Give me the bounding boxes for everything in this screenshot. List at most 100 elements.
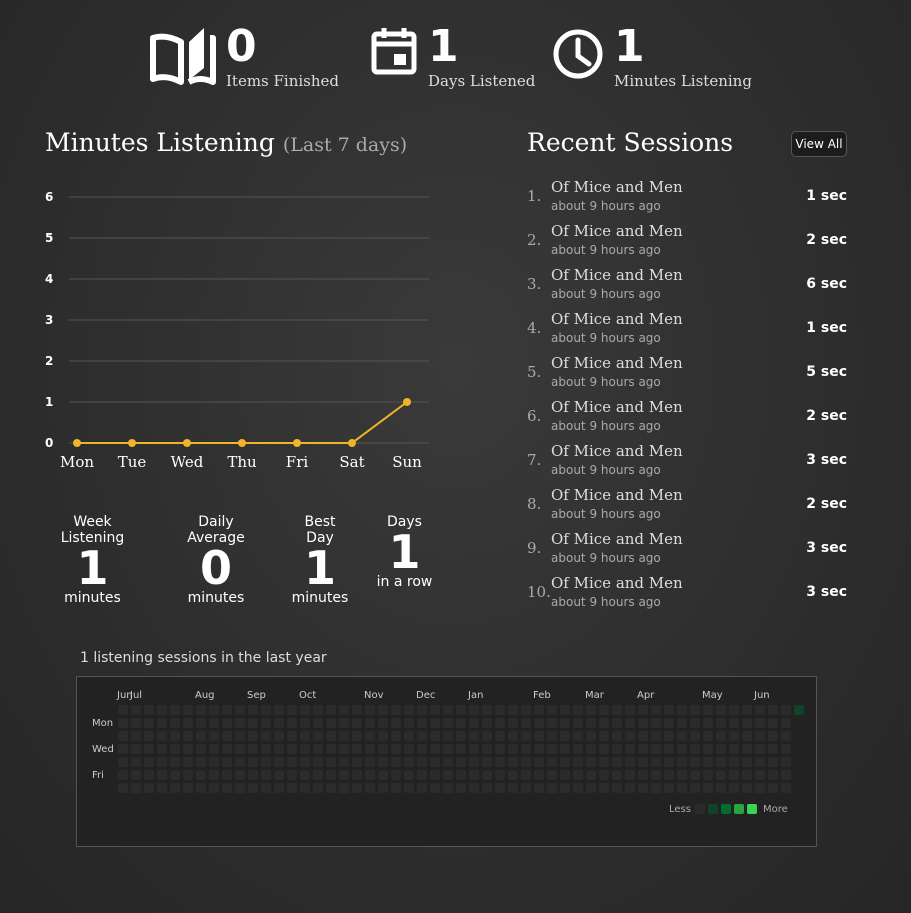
day-cell[interactable] [261,744,271,754]
day-cell[interactable] [326,718,336,728]
day-cell[interactable] [274,718,284,728]
day-cell[interactable] [586,783,596,793]
day-cell[interactable] [521,783,531,793]
day-cell[interactable] [300,744,310,754]
day-cell[interactable] [300,718,310,728]
day-cell[interactable] [534,770,544,780]
day-cell[interactable] [716,744,726,754]
day-cell[interactable] [781,783,791,793]
day-cell[interactable] [482,757,492,767]
day-cell[interactable] [222,718,232,728]
day-cell[interactable] [131,705,141,715]
day-cell[interactable] [755,705,765,715]
day-cell[interactable] [729,757,739,767]
day-cell[interactable] [209,770,219,780]
day-cell[interactable] [599,757,609,767]
day-cell[interactable] [287,744,297,754]
day-cell[interactable] [378,744,388,754]
day-cell[interactable] [274,744,284,754]
day-cell[interactable] [248,744,258,754]
day-cell[interactable] [638,744,648,754]
day-cell[interactable] [690,783,700,793]
day-cell[interactable] [651,783,661,793]
day-cell[interactable] [222,770,232,780]
day-cell[interactable] [638,718,648,728]
day-cell[interactable] [703,731,713,741]
day-cell[interactable] [326,770,336,780]
day-cell[interactable] [378,770,388,780]
day-cell[interactable] [625,757,635,767]
day-cell[interactable] [443,744,453,754]
day-cell[interactable] [547,718,557,728]
day-cell[interactable] [599,705,609,715]
day-cell[interactable] [651,705,661,715]
day-cell[interactable] [768,718,778,728]
day-cell[interactable] [404,744,414,754]
day-cell[interactable] [404,783,414,793]
day-cell[interactable] [430,731,440,741]
session-item[interactable]: 2. Of Mice and Men about 9 hours ago 2 sec [527,222,847,266]
day-cell[interactable] [781,744,791,754]
day-cell[interactable] [742,770,752,780]
day-cell[interactable] [690,757,700,767]
day-cell[interactable] [742,757,752,767]
day-cell[interactable] [209,718,219,728]
day-cell[interactable] [118,757,128,767]
day-cell[interactable] [144,770,154,780]
day-cell[interactable] [300,731,310,741]
day-cell[interactable] [469,705,479,715]
day-cell[interactable] [391,705,401,715]
day-cell[interactable] [742,783,752,793]
day-cell[interactable] [391,770,401,780]
session-item[interactable]: 7. Of Mice and Men about 9 hours ago 3 sec [527,442,847,486]
day-cell[interactable] [157,783,167,793]
day-cell[interactable] [352,757,362,767]
day-cell[interactable] [742,744,752,754]
day-cell[interactable] [183,744,193,754]
day-cell[interactable] [521,770,531,780]
day-cell[interactable] [469,718,479,728]
day-cell[interactable] [456,718,466,728]
day-cell[interactable] [417,718,427,728]
day-cell[interactable] [118,731,128,741]
day-cell[interactable] [196,718,206,728]
day-cell[interactable] [118,718,128,728]
day-cell[interactable] [768,757,778,767]
day-cell[interactable] [313,783,323,793]
day-cell-active[interactable] [794,705,804,715]
day-cell[interactable] [560,718,570,728]
day-cell[interactable] [313,770,323,780]
day-cell[interactable] [781,757,791,767]
day-cell[interactable] [534,757,544,767]
day-cell[interactable] [144,705,154,715]
day-cell[interactable] [339,744,349,754]
day-cell[interactable] [521,718,531,728]
day-cell[interactable] [443,718,453,728]
day-cell[interactable] [287,783,297,793]
day-cell[interactable] [131,744,141,754]
day-cell[interactable] [716,783,726,793]
day-cell[interactable] [677,705,687,715]
day-cell[interactable] [378,731,388,741]
session-item[interactable]: 8. Of Mice and Men about 9 hours ago 2 sec [527,486,847,530]
day-cell[interactable] [677,731,687,741]
day-cell[interactable] [365,744,375,754]
day-cell[interactable] [183,783,193,793]
day-cell[interactable] [586,757,596,767]
day-cell[interactable] [170,744,180,754]
day-cell[interactable] [144,731,154,741]
day-cell[interactable] [118,770,128,780]
session-item[interactable]: 10. Of Mice and Men about 9 hours ago 3 sec [527,574,847,618]
day-cell[interactable] [222,705,232,715]
session-item[interactable]: 9. Of Mice and Men about 9 hours ago 3 sec [527,530,847,574]
day-cell[interactable] [352,705,362,715]
day-cell[interactable] [261,757,271,767]
day-cell[interactable] [508,731,518,741]
day-cell[interactable] [456,731,466,741]
day-cell[interactable] [716,770,726,780]
day-cell[interactable] [274,731,284,741]
day-cell[interactable] [664,770,674,780]
day-cell[interactable] [118,744,128,754]
day-cell[interactable] [196,783,206,793]
day-cell[interactable] [274,783,284,793]
